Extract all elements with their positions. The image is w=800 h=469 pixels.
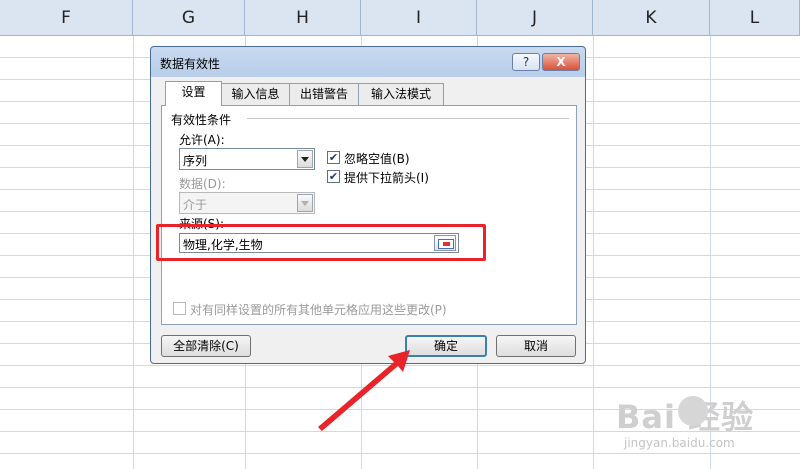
tab-settings[interactable]: 设置 [165,81,222,106]
watermark-url: jingyan.baidu.com [624,436,735,450]
paw-icon [678,396,708,426]
baidu-watermark: Bai 经验 jingyan.baidu.com [616,392,796,464]
arrow-icon [318,350,410,431]
